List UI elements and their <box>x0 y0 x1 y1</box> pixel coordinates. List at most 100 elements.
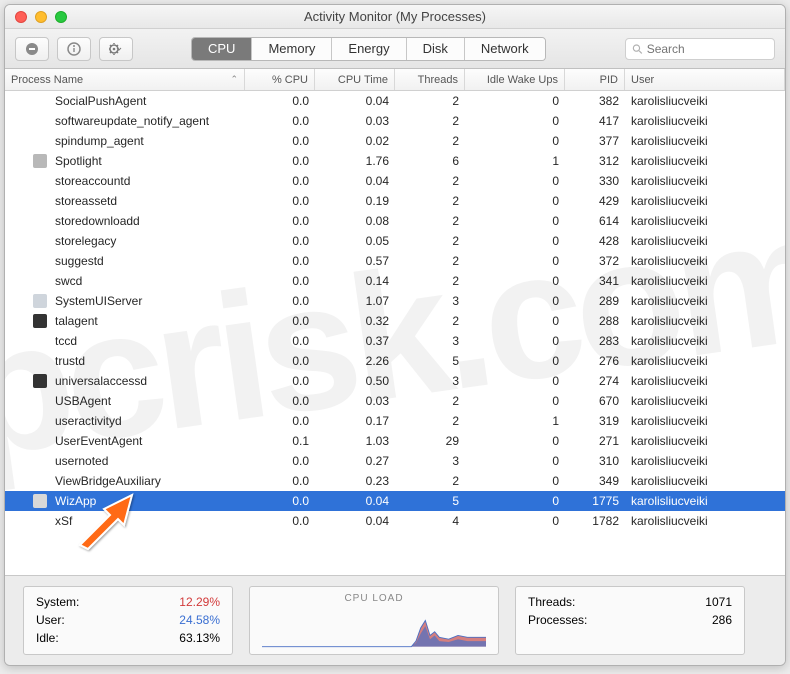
cell-threads: 5 <box>395 351 465 371</box>
cell-user: karolisliucveiki <box>625 271 785 291</box>
cell-cpu: 0.0 <box>245 451 315 471</box>
cpu-stats-panel: System:12.29% User:24.58% Idle:63.13% <box>23 586 233 655</box>
cell-cpu-time: 0.50 <box>315 371 395 391</box>
cell-pid: 349 <box>565 471 625 491</box>
process-name: suggestd <box>55 254 104 268</box>
cell-pid: 289 <box>565 291 625 311</box>
table-row[interactable]: useractivityd0.00.1721319karolisliucveik… <box>5 411 785 431</box>
cell-cpu: 0.0 <box>245 151 315 171</box>
tab-cpu[interactable]: CPU <box>192 38 252 60</box>
cell-cpu: 0.0 <box>245 131 315 151</box>
processes-value: 286 <box>712 611 732 629</box>
table-row[interactable]: talagent0.00.3220288karolisliucveiki <box>5 311 785 331</box>
tab-disk[interactable]: Disk <box>407 38 465 60</box>
table-row[interactable]: Spotlight0.01.7661312karolisliucveiki <box>5 151 785 171</box>
header-user[interactable]: User <box>625 69 785 90</box>
cell-pid: 372 <box>565 251 625 271</box>
info-icon <box>67 42 81 56</box>
table-row[interactable]: SystemUIServer0.01.0730289karolisliucvei… <box>5 291 785 311</box>
cell-pid: 319 <box>565 411 625 431</box>
tab-memory[interactable]: Memory <box>252 38 332 60</box>
table-row[interactable]: trustd0.02.2650276karolisliucveiki <box>5 351 785 371</box>
table-row[interactable]: WizApp0.00.04501775karolisliucveiki <box>5 491 785 511</box>
header-cpu[interactable]: % CPU <box>245 69 315 90</box>
process-name: softwareupdate_notify_agent <box>55 114 209 128</box>
cell-idle: 1 <box>465 151 565 171</box>
cell-threads: 3 <box>395 371 465 391</box>
cell-idle: 0 <box>465 311 565 331</box>
table-row[interactable]: storedownloadd0.00.0820614karolisliucvei… <box>5 211 785 231</box>
cell-threads: 2 <box>395 111 465 131</box>
cell-user: karolisliucveiki <box>625 471 785 491</box>
header-cpu-time[interactable]: CPU Time <box>315 69 395 90</box>
system-label: System: <box>36 593 79 611</box>
cell-cpu: 0.0 <box>245 491 315 511</box>
header-pid[interactable]: PID <box>565 69 625 90</box>
cell-idle: 0 <box>465 451 565 471</box>
process-name: ViewBridgeAuxiliary <box>55 474 161 488</box>
cell-pid: 341 <box>565 271 625 291</box>
cell-threads: 6 <box>395 151 465 171</box>
header-process-name[interactable]: Process Name⌃ <box>5 69 245 90</box>
cell-user: karolisliucveiki <box>625 491 785 511</box>
cell-cpu-time: 0.02 <box>315 131 395 151</box>
process-name: UserEventAgent <box>55 434 142 448</box>
table-row[interactable]: storeassetd0.00.1920429karolisliucveiki <box>5 191 785 211</box>
process-table[interactable]: SocialPushAgent0.00.0420382karolisliucve… <box>5 91 785 575</box>
table-row[interactable]: spindump_agent0.00.0220377karolisliucvei… <box>5 131 785 151</box>
column-headers: Process Name⌃ % CPU CPU Time Threads Idl… <box>5 69 785 91</box>
process-name: storeaccountd <box>55 174 130 188</box>
cell-cpu-time: 1.03 <box>315 431 395 451</box>
table-row[interactable]: suggestd0.00.5720372karolisliucveiki <box>5 251 785 271</box>
user-label: User: <box>36 611 65 629</box>
table-row[interactable]: SocialPushAgent0.00.0420382karolisliucve… <box>5 91 785 111</box>
cell-pid: 1782 <box>565 511 625 531</box>
header-threads[interactable]: Threads <box>395 69 465 90</box>
threads-value: 1071 <box>705 593 732 611</box>
cell-pid: 276 <box>565 351 625 371</box>
table-row[interactable]: swcd0.00.1420341karolisliucveiki <box>5 271 785 291</box>
cell-cpu-time: 1.07 <box>315 291 395 311</box>
cell-user: karolisliucveiki <box>625 291 785 311</box>
table-row[interactable]: softwareupdate_notify_agent0.00.0320417k… <box>5 111 785 131</box>
cell-idle: 0 <box>465 251 565 271</box>
cell-threads: 3 <box>395 451 465 471</box>
stop-process-button[interactable] <box>15 37 49 61</box>
search-input[interactable] <box>647 42 768 56</box>
table-row[interactable]: storeaccountd0.00.0420330karolisliucveik… <box>5 171 785 191</box>
cell-threads: 3 <box>395 331 465 351</box>
table-row[interactable]: ViewBridgeAuxiliary0.00.2320349karolisli… <box>5 471 785 491</box>
tab-energy[interactable]: Energy <box>332 38 406 60</box>
cell-cpu-time: 0.23 <box>315 471 395 491</box>
cell-cpu-time: 0.04 <box>315 171 395 191</box>
cell-cpu: 0.0 <box>245 411 315 431</box>
cell-pid: 271 <box>565 431 625 451</box>
cell-cpu-time: 0.57 <box>315 251 395 271</box>
idle-value: 63.13% <box>179 629 220 647</box>
table-row[interactable]: tccd0.00.3730283karolisliucveiki <box>5 331 785 351</box>
cell-pid: 614 <box>565 211 625 231</box>
table-row[interactable]: usernoted0.00.2730310karolisliucveiki <box>5 451 785 471</box>
inspect-process-button[interactable] <box>57 37 91 61</box>
cell-idle: 0 <box>465 331 565 351</box>
process-name: SystemUIServer <box>55 294 142 308</box>
cell-threads: 2 <box>395 391 465 411</box>
cell-cpu: 0.0 <box>245 271 315 291</box>
options-button[interactable] <box>99 37 133 61</box>
table-row[interactable]: UserEventAgent0.11.03290271karolisliucve… <box>5 431 785 451</box>
table-row[interactable]: xSf0.00.04401782karolisliucveiki <box>5 511 785 531</box>
cell-user: karolisliucveiki <box>625 211 785 231</box>
cell-cpu-time: 0.17 <box>315 411 395 431</box>
process-name: useractivityd <box>55 414 122 428</box>
cell-cpu-time: 0.14 <box>315 271 395 291</box>
cell-idle: 0 <box>465 231 565 251</box>
tab-network[interactable]: Network <box>465 38 545 60</box>
table-row[interactable]: universalaccessd0.00.5030274karolisliucv… <box>5 371 785 391</box>
header-idle-wake-ups[interactable]: Idle Wake Ups <box>465 69 565 90</box>
search-field[interactable] <box>625 38 775 60</box>
table-row[interactable]: storelegacy0.00.0520428karolisliucveiki <box>5 231 785 251</box>
cell-cpu-time: 0.27 <box>315 451 395 471</box>
cell-user: karolisliucveiki <box>625 431 785 451</box>
cell-cpu: 0.0 <box>245 331 315 351</box>
table-row[interactable]: USBAgent0.00.0320670karolisliucveiki <box>5 391 785 411</box>
